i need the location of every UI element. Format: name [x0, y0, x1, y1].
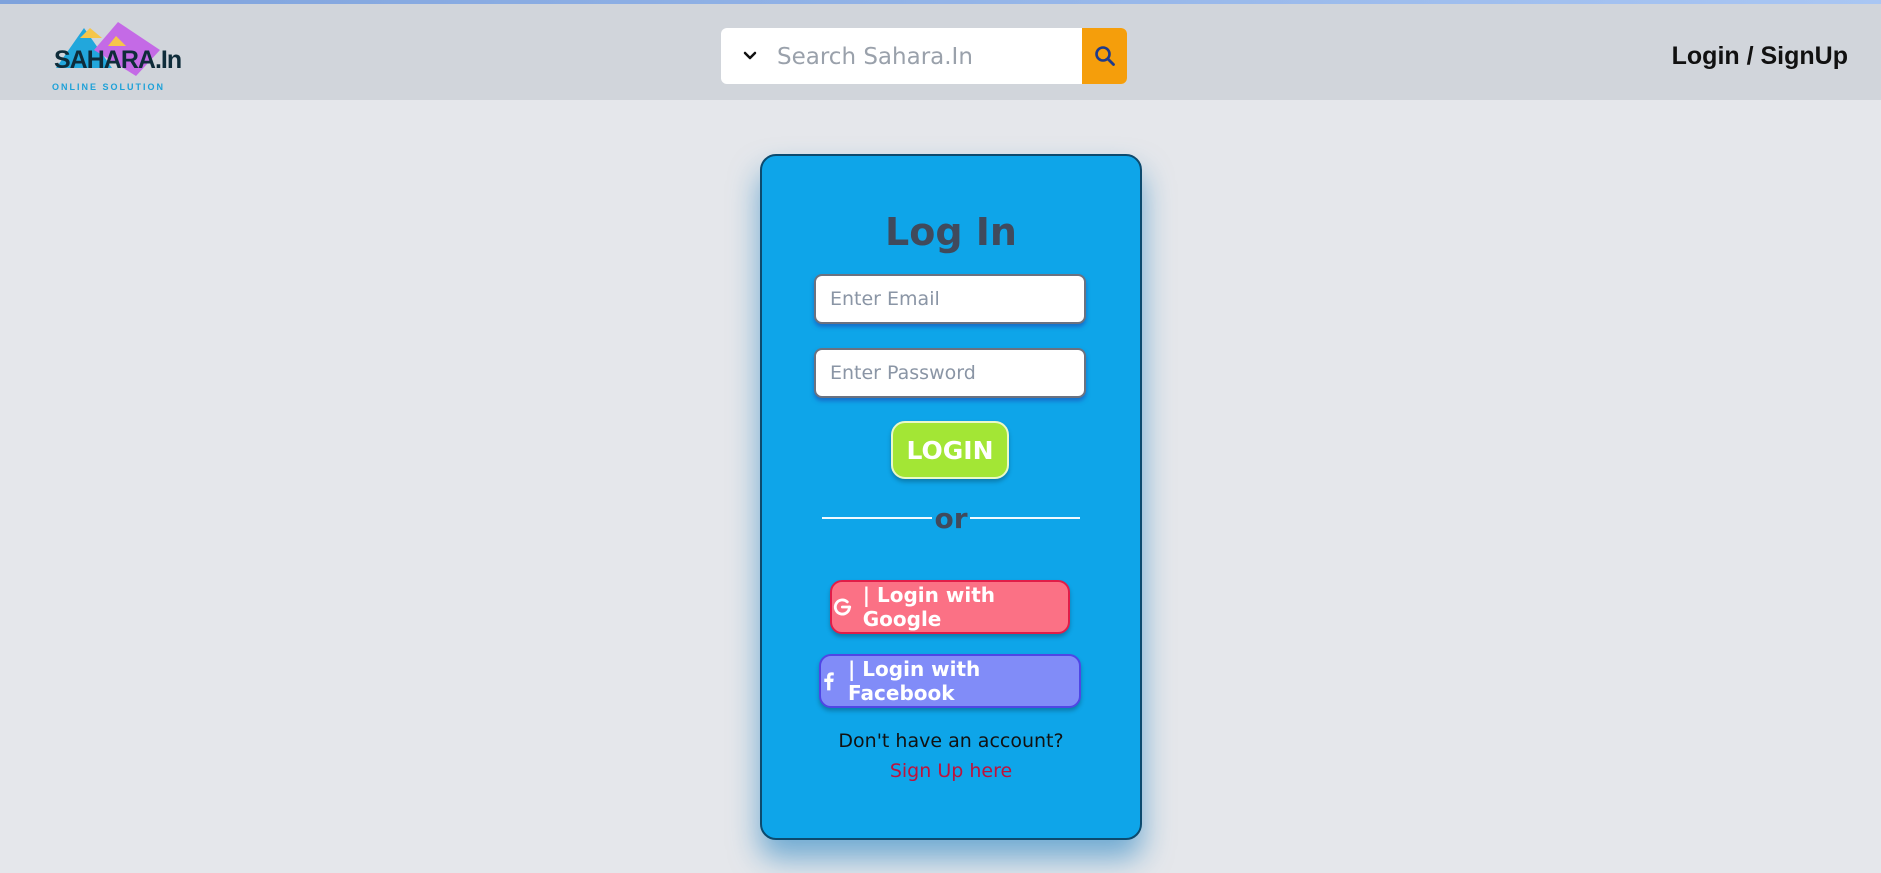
search-button[interactable]	[1082, 28, 1127, 84]
google-button-label: | Login with Google	[862, 583, 995, 631]
nav-login-signup-link[interactable]: Login / SignUp	[1672, 42, 1848, 71]
page-title: Log In	[885, 210, 1017, 254]
search-input[interactable]	[775, 36, 1079, 78]
google-icon	[833, 598, 852, 616]
login-with-google-button[interactable]: | Login with Google	[830, 580, 1070, 634]
divider: or	[762, 502, 1140, 535]
site-header: SAHARA.In ONLINE SOLUTION Login / SignUp	[0, 4, 1881, 100]
no-account-text: Don't have an account?	[838, 730, 1064, 752]
facebook-button-label: | Login with Facebook	[848, 657, 981, 705]
site-logo[interactable]: SAHARA.In ONLINE SOLUTION	[50, 16, 182, 96]
login-card: Log In LOGIN or | Login with Google | Lo…	[760, 154, 1142, 840]
login-with-facebook-button[interactable]: | Login with Facebook	[819, 654, 1081, 708]
logo-tagline: ONLINE SOLUTION	[52, 82, 165, 92]
logo-text: SAHARA.In	[54, 46, 182, 74]
search-bar	[721, 28, 1127, 84]
chevron-down-icon[interactable]	[739, 45, 761, 67]
search-icon	[1094, 46, 1115, 66]
login-button[interactable]: LOGIN	[891, 421, 1009, 479]
email-field[interactable]	[814, 274, 1086, 324]
facebook-icon	[824, 672, 834, 691]
signup-link[interactable]: Sign Up here	[762, 760, 1140, 782]
password-field[interactable]	[814, 348, 1086, 398]
divider-text: or	[932, 502, 970, 535]
